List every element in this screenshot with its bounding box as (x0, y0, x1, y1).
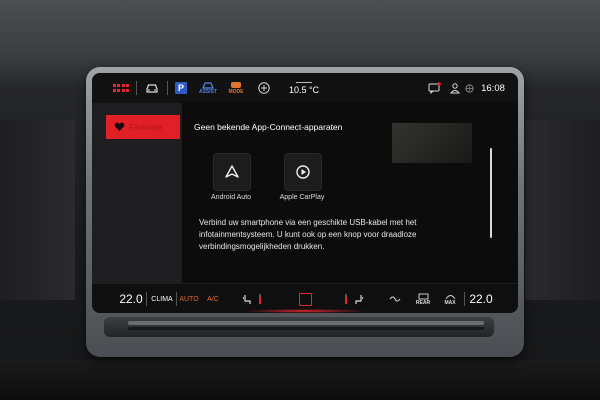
rear-label: REAR (415, 299, 431, 306)
divider (146, 292, 147, 306)
level-indicator (259, 294, 261, 304)
slider-groove (128, 327, 484, 330)
carplay-icon (296, 165, 310, 179)
apple-carplay-button[interactable] (284, 153, 322, 191)
clock-time: 16:08 (481, 82, 505, 94)
max-label: MAX (444, 299, 456, 306)
divider (167, 81, 168, 95)
android-auto-label: Android Auto (210, 194, 252, 201)
sidebar-item-favorites[interactable]: Favoriete (106, 115, 180, 139)
divider (136, 81, 137, 95)
temperature-value: 10.5 °C (288, 84, 320, 95)
passenger-temperature[interactable]: 22.0 (466, 284, 496, 313)
rear-defrost-button[interactable]: REAR (412, 284, 434, 313)
apple-carplay-label: Apple CarPlay (279, 194, 325, 201)
add-shortcut-button[interactable] (255, 73, 273, 103)
apps-grid-icon (112, 84, 130, 92)
fan-icon (389, 296, 401, 302)
temp-indicator-line (296, 81, 312, 83)
driver-temperature[interactable]: 22.0 (116, 284, 146, 313)
assist-button[interactable]: ASSIST (196, 73, 220, 103)
clock: 16:08 (478, 73, 508, 103)
messages-button[interactable] (426, 73, 442, 103)
heart-icon (114, 122, 125, 131)
passenger-temp-value: 22.0 (469, 292, 493, 306)
mode-icon (231, 82, 241, 88)
status-bar: P ASSIST MODE 10.5 °C 16:08 (92, 73, 518, 103)
assist-icon (202, 82, 214, 89)
fan-button[interactable] (386, 284, 404, 313)
add-icon (258, 82, 270, 94)
right-air-vent (525, 120, 600, 300)
left-air-vent (0, 120, 75, 300)
ac-label: A/C (207, 295, 219, 303)
clima-label: CLIMA (151, 295, 173, 303)
scrollbar[interactable] (490, 148, 492, 238)
apps-grid-button[interactable] (110, 73, 132, 103)
outside-temperature: 10.5 °C (284, 73, 324, 103)
seat-heat-left-icon (242, 294, 251, 304)
connection-instructions: Verbind uw smartphone via een geschikte … (199, 218, 417, 251)
assist-label: ASSIST (198, 89, 218, 95)
user-icon (450, 82, 460, 93)
parking-button[interactable]: P (172, 73, 190, 103)
page-title: Geen bekende App-Connect-apparaten (194, 122, 343, 132)
driver-temp-value: 22.0 (119, 292, 143, 306)
dashboard-lower (0, 360, 600, 400)
sidebar-item-label: Favoriete (129, 122, 163, 132)
infotainment-screen: P ASSIST MODE 10.5 °C 16:08 Favoriete Ge… (92, 73, 518, 313)
auto-button[interactable]: AUTO (176, 284, 202, 313)
car-button[interactable] (142, 73, 162, 103)
rear-defrost-icon (418, 293, 428, 299)
home-icon (298, 292, 312, 306)
divider (464, 292, 465, 306)
user-button[interactable] (448, 73, 462, 103)
car-icon (146, 84, 158, 93)
sensor-status (462, 73, 476, 103)
background-image-preview (392, 123, 472, 163)
ambient-light-strip (242, 309, 368, 313)
ac-button[interactable]: A/C (202, 284, 224, 313)
mode-label: MODE (228, 89, 244, 95)
level-indicator (345, 294, 347, 304)
parking-icon: P (175, 82, 187, 94)
temperature-slider[interactable] (128, 321, 484, 325)
mode-button[interactable]: MODE (224, 73, 248, 103)
max-defrost-button[interactable]: MAX (439, 284, 461, 313)
sensor-icon (464, 83, 474, 93)
auto-label: AUTO (179, 295, 199, 303)
seat-heat-right-icon (355, 294, 364, 304)
front-defrost-icon (445, 294, 455, 299)
android-auto-icon (225, 165, 239, 178)
clima-button[interactable]: CLIMA (148, 284, 176, 313)
message-icon (428, 82, 441, 94)
android-auto-button[interactable] (213, 153, 251, 191)
